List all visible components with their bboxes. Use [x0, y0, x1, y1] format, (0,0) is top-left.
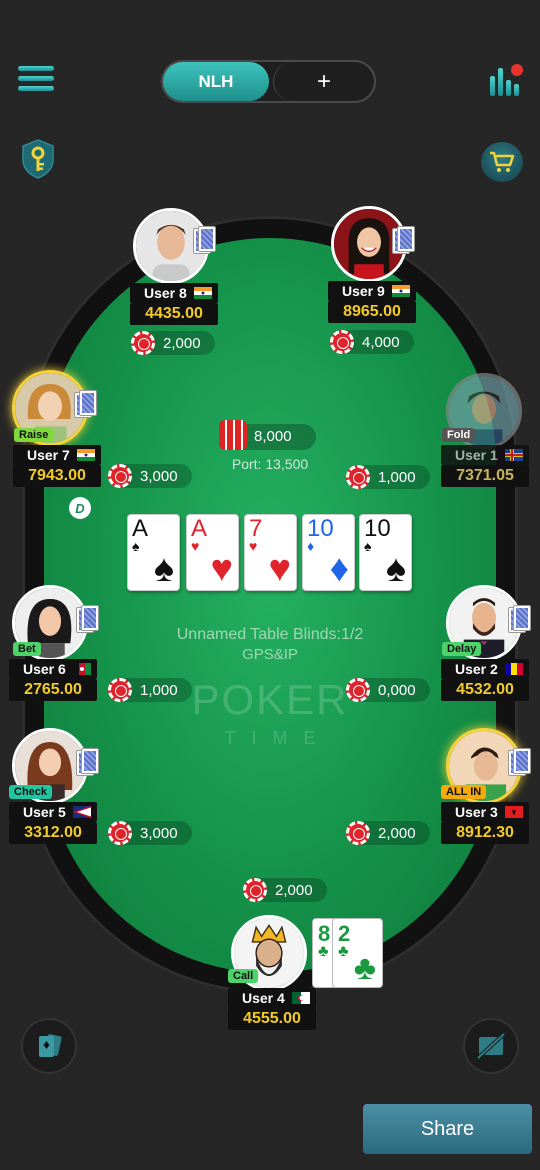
action-badge-user3: ALL IN: [441, 785, 487, 799]
chat-off-icon[interactable]: [463, 1018, 519, 1074]
card-suit: ♠: [132, 538, 140, 554]
dealer-button: D: [69, 497, 91, 519]
action-badge-user6: Bet: [13, 642, 41, 656]
name-user8: User 8: [130, 283, 218, 303]
money-user1: 7371.05: [441, 465, 529, 487]
name-user1: User 1: [441, 445, 529, 465]
action-badge-user4: Call: [228, 969, 259, 983]
hole-card-user4-2[interactable]: 2 ♣ ♣: [332, 918, 383, 988]
bet-user3: 2,000: [346, 821, 430, 845]
money-user3: 8912.30: [441, 822, 529, 844]
flag-andorra-icon: [505, 663, 523, 675]
game-type-tabs: NLH +: [161, 60, 376, 103]
name-user2: User 2: [441, 659, 529, 679]
community-card: A ♠ ♠: [127, 514, 180, 591]
bet-user5: 3,000: [108, 821, 192, 845]
name-user3: User 3: [441, 802, 529, 822]
chip-icon: [346, 465, 370, 489]
card-suit: ♠: [364, 538, 372, 554]
bet-user4: 2,000: [243, 878, 327, 902]
key-shield-icon[interactable]: [20, 138, 56, 180]
hole-cards-user3: [508, 748, 532, 778]
menu-icon[interactable]: [18, 66, 54, 94]
chip-icon: [108, 821, 132, 845]
name-user6: User 6: [9, 659, 97, 679]
bet-user2: 0,000: [346, 678, 430, 702]
chip-icon: [131, 331, 155, 355]
hole-cards-user2: [508, 605, 532, 635]
card-suit-large: ♦: [329, 548, 349, 590]
name-user7: User 7: [13, 445, 101, 465]
chip-icon: [108, 464, 132, 488]
cards-icon[interactable]: [21, 1018, 77, 1074]
share-button[interactable]: Share: [363, 1104, 532, 1154]
name-user5: User 5: [9, 802, 97, 822]
flag-american-samoa-icon: [73, 806, 91, 818]
money-user5: 3312.00: [9, 822, 97, 844]
flag-india-icon: [194, 287, 212, 299]
community-card: 10 ♦ ♦: [302, 514, 355, 591]
hole-cards-user6: [76, 605, 100, 635]
card-suit-large: ♠: [153, 548, 174, 590]
flag-india-icon: [77, 449, 95, 461]
name-user4: User 4: [228, 988, 316, 1008]
bet-user9: 4,000: [330, 330, 414, 354]
bet-user6: 1,000: [108, 678, 192, 702]
hole-cards-user9: [392, 226, 416, 256]
flag-algeria-icon: [292, 992, 310, 1004]
community-card: 7 ♥ ♥: [244, 514, 297, 591]
name-user9: User 9: [328, 281, 416, 301]
money-user6: 2765.00: [9, 679, 97, 701]
chip-icon: [108, 678, 132, 702]
money-user8: 4435.00: [130, 303, 218, 325]
bet-user1: 1,000: [346, 465, 430, 489]
money-user7: 7943.00: [13, 465, 101, 487]
community-card: 10 ♠ ♠: [359, 514, 412, 591]
bet-user7: 3,000: [108, 464, 192, 488]
action-badge-user5: Check: [9, 785, 53, 799]
money-user2: 4532.00: [441, 679, 529, 701]
card-suit: ♥: [249, 538, 258, 554]
add-table-button[interactable]: +: [273, 62, 374, 101]
table-felt: [44, 238, 496, 973]
money-user9: 8965.00: [328, 301, 416, 323]
action-badge-user7: Raise: [14, 428, 54, 442]
chip-icon: [346, 678, 370, 702]
hole-cards-user8: [193, 226, 217, 256]
money-user4: 4555.00: [228, 1008, 316, 1030]
action-badge-user1: Fold: [442, 428, 476, 442]
pot: 8,000: [219, 420, 316, 450]
flag-afghanistan-icon: [73, 663, 91, 675]
chip-icon: [330, 330, 354, 354]
action-badge-user2: Delay: [442, 642, 482, 656]
bet-user8: 2,000: [131, 331, 215, 355]
tab-nlh[interactable]: NLH: [163, 62, 269, 101]
card-suit-large: ♥: [210, 548, 233, 590]
community-card: A ♥ ♥: [186, 514, 239, 591]
pot-amount: 8,000: [254, 428, 292, 445]
flag-aland-icon: [505, 449, 523, 461]
pot-chips-icon: [219, 420, 247, 450]
flag-india-icon: [392, 285, 410, 297]
card-suit: ♥: [191, 538, 200, 554]
notification-dot: [511, 64, 523, 76]
hole-cards-user7: [74, 390, 98, 420]
card-suit-large: ♠: [385, 548, 406, 590]
stats-icon[interactable]: [488, 64, 524, 96]
card-suit-large: ♥: [268, 548, 291, 590]
hole-cards-user5: [76, 748, 100, 778]
flag-albania-icon: [505, 806, 523, 818]
chip-icon: [346, 821, 370, 845]
cart-icon[interactable]: [481, 142, 523, 182]
card-suit: ♦: [307, 538, 315, 554]
chip-icon: [243, 878, 267, 902]
